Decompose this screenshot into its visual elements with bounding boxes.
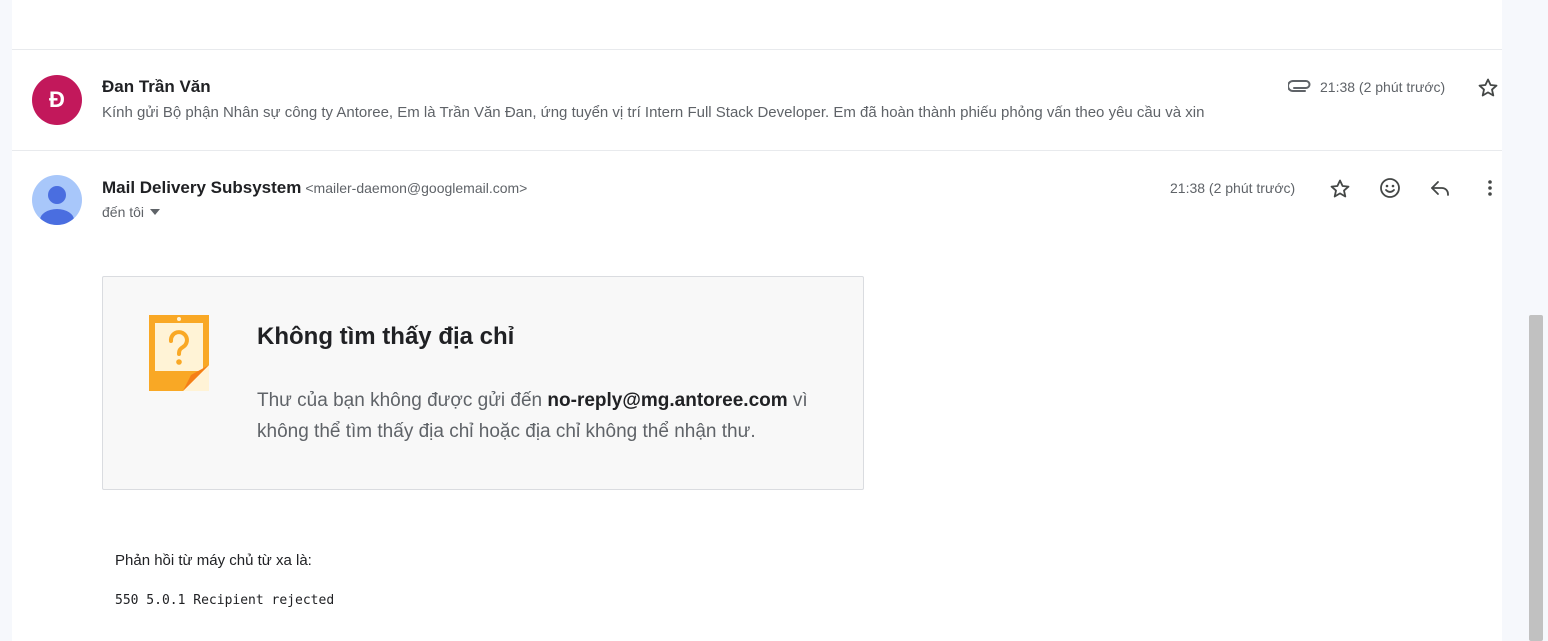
bounce-notice-card: Không tìm thấy địa chỉ Thư của bạn không… bbox=[102, 276, 864, 490]
more-options-button[interactable] bbox=[1476, 174, 1504, 202]
avatar[interactable]: Đ bbox=[32, 75, 82, 125]
reply-icon bbox=[1431, 181, 1449, 196]
avatar-letter: Đ bbox=[49, 87, 65, 112]
star-button[interactable] bbox=[1326, 175, 1354, 203]
email-thread: Đ Đan Trần Văn Kính gửi Bộ phận Nhân sự … bbox=[12, 0, 1502, 641]
scrollbar-thumb[interactable] bbox=[1529, 315, 1543, 641]
sender-name: Đan Trần Văn bbox=[102, 77, 211, 96]
bounce-title: Không tìm thấy địa chỉ bbox=[257, 323, 515, 350]
message-time: 21:38 (2 phút trước) bbox=[1170, 180, 1296, 196]
emoji-icon bbox=[1380, 178, 1400, 198]
sender-line: Mail Delivery Subsystem <mailer-daemon@go… bbox=[102, 178, 527, 198]
bounce-message-prefix: Thư của bạn không được gửi đến bbox=[257, 390, 548, 411]
more-vert-icon bbox=[1488, 180, 1492, 196]
avatar[interactable] bbox=[32, 175, 82, 225]
star-icon[interactable] bbox=[1476, 76, 1500, 100]
message-time: 21:38 (2 phút trước) bbox=[1320, 79, 1446, 95]
caret-down-icon bbox=[150, 209, 161, 215]
message-snippet: Kính gửi Bộ phận Nhân sự công ty Antoree… bbox=[102, 104, 1205, 121]
bounce-message: Thư của bạn không được gửi đến no-reply@… bbox=[257, 385, 847, 447]
bounce-recipient: no-reply@mg.antoree.com bbox=[547, 390, 788, 411]
divider bbox=[12, 150, 1502, 151]
to-label: đến tôi bbox=[102, 204, 145, 220]
sender-email: <mailer-daemon@googlemail.com> bbox=[305, 180, 528, 196]
address-not-found-icon bbox=[149, 315, 209, 391]
collapsed-message[interactable]: Đ Đan Trần Văn Kính gửi Bộ phận Nhân sự … bbox=[12, 50, 1502, 150]
emoji-reaction-button[interactable] bbox=[1376, 174, 1404, 202]
recipients-dropdown[interactable]: đến tôi bbox=[102, 204, 161, 220]
sender-name[interactable]: Mail Delivery Subsystem bbox=[102, 178, 301, 197]
reply-button[interactable] bbox=[1426, 174, 1454, 202]
star-icon bbox=[1330, 179, 1350, 198]
person-icon bbox=[40, 186, 74, 225]
server-reply-label: Phản hồi từ máy chủ từ xa là: bbox=[115, 552, 312, 569]
paperclip-icon bbox=[1288, 80, 1311, 92]
server-reply-code: 550 5.0.1 Recipient rejected bbox=[115, 593, 335, 608]
